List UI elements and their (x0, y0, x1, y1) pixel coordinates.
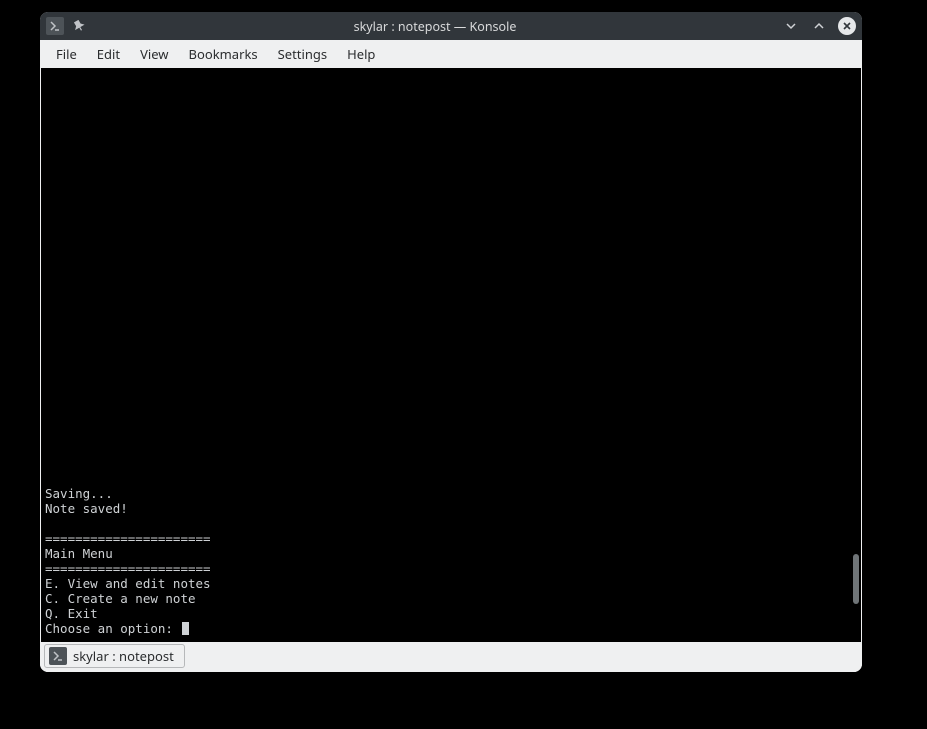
terminal-prompt: Choose an option: (45, 621, 180, 636)
tab-active[interactable]: skylar : notepost (44, 644, 185, 668)
terminal-line: Note saved! (45, 501, 128, 516)
minimize-button[interactable] (782, 17, 800, 35)
terminal-wrap: Saving... Note saved! ==================… (40, 68, 862, 642)
terminal[interactable]: Saving... Note saved! ==================… (41, 68, 861, 642)
menu-file[interactable]: File (46, 41, 87, 67)
tabbar: skylar : notepost (40, 642, 862, 672)
terminal-line: E. View and edit notes (45, 576, 211, 591)
tab-label: skylar : notepost (73, 647, 174, 665)
menu-help[interactable]: Help (337, 41, 385, 67)
cursor-icon (182, 622, 189, 635)
menu-edit[interactable]: Edit (87, 41, 130, 67)
konsole-window: skylar : notepost — Konsole File Edit Vi… (40, 12, 862, 672)
menu-settings[interactable]: Settings (268, 41, 337, 67)
window-title: skylar : notepost — Konsole (88, 18, 782, 35)
terminal-icon (49, 647, 67, 665)
menubar: File Edit View Bookmarks Settings Help (40, 40, 862, 68)
titlebar[interactable]: skylar : notepost — Konsole (40, 12, 862, 40)
terminal-line: Saving... (45, 486, 113, 501)
scrollbar-thumb[interactable] (853, 554, 859, 604)
terminal-line: Main Menu (45, 546, 113, 561)
menu-bookmarks[interactable]: Bookmarks (179, 41, 268, 67)
app-menu-icon[interactable] (46, 17, 64, 35)
terminal-line: ====================== (45, 531, 211, 546)
terminal-line: ====================== (45, 561, 211, 576)
titlebar-left-controls (46, 17, 88, 35)
menu-view[interactable]: View (130, 41, 178, 67)
close-button[interactable] (838, 17, 856, 35)
terminal-line: Q. Exit (45, 606, 98, 621)
terminal-content: Saving... Note saved! ==================… (45, 471, 847, 636)
maximize-button[interactable] (810, 17, 828, 35)
terminal-line: C. Create a new note (45, 591, 196, 606)
titlebar-right-controls (782, 17, 856, 35)
pin-icon[interactable] (70, 17, 88, 35)
